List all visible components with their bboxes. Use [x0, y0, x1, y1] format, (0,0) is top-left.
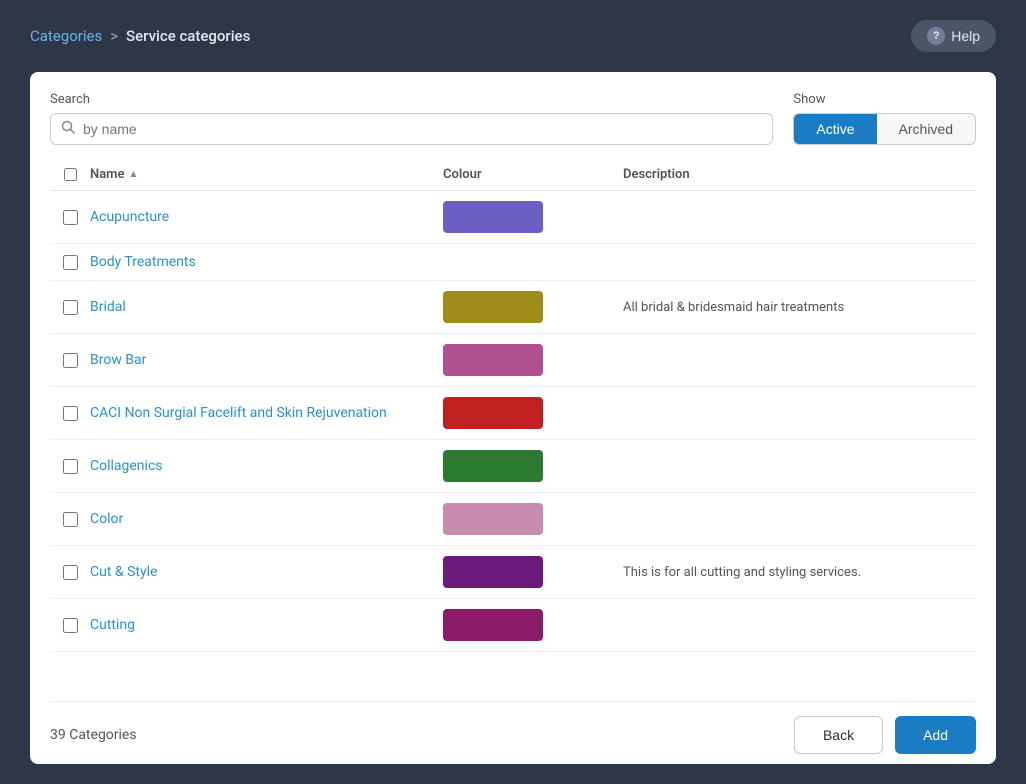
row-checkbox[interactable]: [63, 512, 78, 527]
row-name[interactable]: Color: [90, 511, 443, 527]
table-row: Color: [50, 493, 976, 546]
row-color-cell: [443, 397, 623, 429]
show-label: Show: [793, 92, 825, 107]
th-description: Description: [623, 167, 976, 182]
color-swatch[interactable]: [443, 503, 543, 535]
row-name[interactable]: Body Treatments: [90, 254, 443, 270]
color-swatch[interactable]: [443, 556, 543, 588]
breadcrumb-parent-link[interactable]: Categories: [30, 27, 102, 45]
row-checkbox[interactable]: [63, 618, 78, 633]
row-color-cell: [443, 201, 623, 233]
row-color-cell: [443, 556, 623, 588]
row-checkbox-cell: [50, 512, 90, 527]
search-icon: [61, 120, 75, 138]
select-all-checkbox[interactable]: [64, 168, 77, 181]
toolbar: Search Show Active Archived: [50, 92, 976, 145]
table-row: Bridal All bridal & bridesmaid hair treat…: [50, 281, 976, 334]
row-checkbox-cell: [50, 565, 90, 580]
row-color-cell: [443, 291, 623, 323]
table-row: Collagenics: [50, 440, 976, 493]
color-swatch[interactable]: [443, 397, 543, 429]
row-checkbox-cell: [50, 618, 90, 633]
breadcrumb: Categories > Service categories: [30, 27, 250, 45]
search-input[interactable]: [83, 121, 762, 137]
row-name[interactable]: Collagenics: [90, 458, 443, 474]
row-checkbox[interactable]: [63, 255, 78, 270]
row-checkbox-cell: [50, 459, 90, 474]
row-color-cell: [443, 450, 623, 482]
sort-arrow-icon: ▲: [128, 169, 138, 180]
color-swatch[interactable]: [443, 450, 543, 482]
row-name[interactable]: Brow Bar: [90, 352, 443, 368]
table-body: Acupuncture Body Treatments Bridal All brid…: [50, 191, 976, 697]
search-input-wrap: [50, 113, 773, 145]
row-checkbox-cell: [50, 406, 90, 421]
row-name[interactable]: Bridal: [90, 299, 443, 315]
top-bar: Categories > Service categories ? Help: [30, 20, 996, 52]
row-checkbox[interactable]: [63, 300, 78, 315]
breadcrumb-current: Service categories: [126, 27, 250, 45]
toggle-archived-button[interactable]: Archived: [877, 114, 975, 144]
table-row: Cut & Style This is for all cutting and s…: [50, 546, 976, 599]
table-row: Cutting: [50, 599, 976, 652]
content-area: Search Show Active Archived: [30, 72, 996, 764]
table-row: Body Treatments: [50, 244, 976, 281]
row-name[interactable]: Cutting: [90, 617, 443, 633]
footer: 39 Categories Back Add: [50, 701, 976, 754]
row-checkbox-cell: [50, 353, 90, 368]
add-button[interactable]: Add: [895, 716, 976, 754]
footer-buttons: Back Add: [794, 716, 976, 754]
breadcrumb-separator: >: [110, 27, 118, 45]
row-checkbox[interactable]: [63, 459, 78, 474]
row-color-cell: [443, 503, 623, 535]
question-mark-icon: ?: [927, 27, 945, 45]
th-checkbox: [50, 167, 90, 182]
toggle-active-button[interactable]: Active: [794, 114, 876, 144]
th-name[interactable]: Name ▲: [90, 167, 443, 182]
row-checkbox-cell: [50, 300, 90, 315]
table-row: Brow Bar: [50, 334, 976, 387]
help-button-label: Help: [951, 28, 980, 44]
color-swatch[interactable]: [443, 609, 543, 641]
row-description: This is for all cutting and styling serv…: [623, 565, 976, 580]
th-colour: Colour: [443, 167, 623, 182]
categories-count: 39 Categories: [50, 727, 137, 743]
row-checkbox[interactable]: [63, 406, 78, 421]
color-swatch[interactable]: [443, 344, 543, 376]
row-description: All bridal & bridesmaid hair treatments: [623, 300, 976, 315]
back-button[interactable]: Back: [794, 716, 883, 754]
help-button[interactable]: ? Help: [911, 20, 996, 52]
row-checkbox[interactable]: [63, 565, 78, 580]
search-label: Search: [50, 92, 773, 107]
color-swatch[interactable]: [443, 291, 543, 323]
table-row: Acupuncture: [50, 191, 976, 244]
row-name[interactable]: Acupuncture: [90, 209, 443, 225]
search-section: Search: [50, 92, 773, 145]
row-name[interactable]: CACI Non Surgial Facelift and Skin Rejuv…: [90, 405, 443, 421]
table-header: Name ▲ Colour Description: [50, 161, 976, 191]
table-row: CACI Non Surgial Facelift and Skin Rejuv…: [50, 387, 976, 440]
row-checkbox-cell: [50, 210, 90, 225]
page: Categories > Service categories ? Help S…: [0, 0, 1026, 784]
row-color-cell: [443, 344, 623, 376]
toggle-group: Active Archived: [793, 113, 976, 145]
row-name[interactable]: Cut & Style: [90, 564, 443, 580]
color-swatch[interactable]: [443, 201, 543, 233]
row-checkbox[interactable]: [63, 210, 78, 225]
row-checkbox-cell: [50, 255, 90, 270]
th-name-label: Name: [90, 167, 124, 182]
row-color-cell: [443, 609, 623, 641]
show-section: Show Active Archived: [793, 92, 976, 145]
row-checkbox[interactable]: [63, 353, 78, 368]
